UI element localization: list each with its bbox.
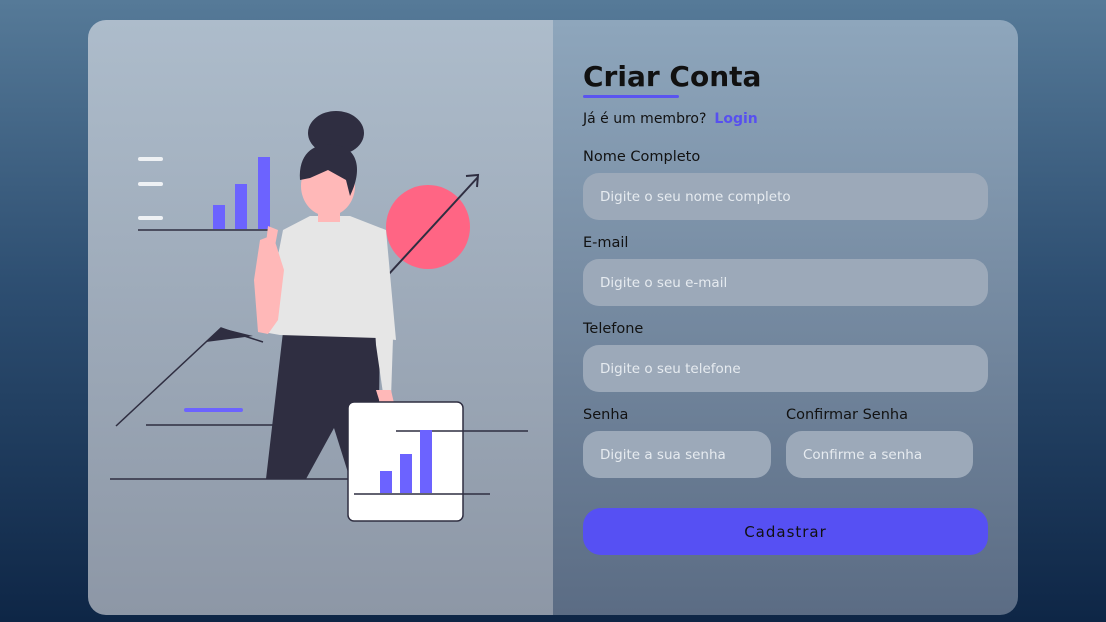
growth-illustration — [110, 111, 528, 522]
phone-label: Telefone — [583, 321, 644, 337]
name-label: Nome Completo — [583, 149, 701, 165]
page-title: Criar Conta — [583, 60, 762, 93]
member-text: Já é um membro? — [583, 111, 707, 127]
email-label: E-mail — [583, 235, 629, 251]
legend-bars-icon — [138, 157, 163, 220]
signup-card: Criar Conta Já é um membro? Login Nome Co… — [88, 20, 1018, 615]
login-link[interactable]: Login — [714, 111, 757, 127]
confirm-password-input[interactable] — [786, 431, 973, 478]
member-prompt: Já é um membro? Login — [583, 111, 758, 127]
bottom-chart-card — [347, 401, 528, 522]
password-label: Senha — [583, 407, 629, 423]
signup-form-panel: Criar Conta Já é um membro? Login Nome Co… — [553, 20, 1018, 615]
password-input[interactable] — [583, 431, 771, 478]
email-input[interactable] — [583, 259, 988, 306]
pink-circle — [386, 185, 470, 269]
illustration-panel — [88, 20, 553, 615]
phone-input[interactable] — [583, 345, 988, 392]
confirm-password-label: Confirmar Senha — [786, 407, 908, 423]
full-name-input[interactable] — [583, 173, 988, 220]
register-button[interactable]: Cadastrar — [583, 508, 988, 555]
title-underline — [583, 95, 679, 98]
